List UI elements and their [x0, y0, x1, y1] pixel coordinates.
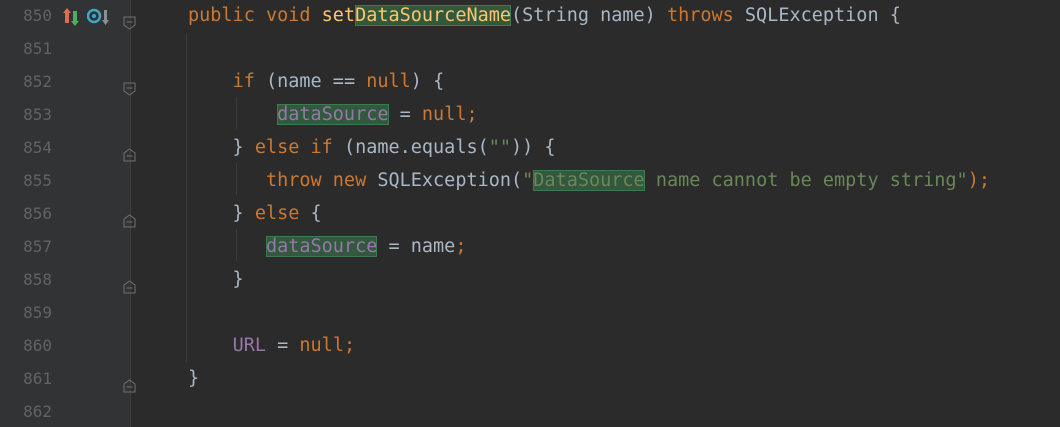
line-number: 862 — [23, 402, 52, 421]
code-token: throw new — [265, 170, 378, 191]
highlighted-token: dataSource — [265, 236, 378, 257]
line-number: 850 — [23, 6, 52, 25]
code-token: ; — [455, 236, 467, 257]
code-token: (String name) — [511, 5, 667, 26]
code-token: URL — [232, 335, 266, 356]
code-token: set — [321, 5, 356, 26]
code-line[interactable]: 858 } — [0, 263, 1060, 296]
line-number: 856 — [23, 204, 52, 223]
code-line[interactable]: 850 public void setDataSourceName(String … — [0, 0, 1060, 32]
code-token: if — [232, 71, 266, 92]
line-number: 851 — [23, 39, 52, 58]
line-number: 853 — [23, 105, 52, 124]
code-token: else — [254, 203, 311, 224]
code-editor[interactable]: 850 public void setDataSourceName(String … — [0, 0, 1060, 427]
fold-end-icon[interactable] — [123, 371, 136, 393]
code-text: dataSource = name; — [188, 230, 466, 263]
gutter-icons — [63, 5, 111, 26]
code-token: ) { — [410, 71, 445, 92]
code-line[interactable]: 862 — [0, 395, 1060, 427]
code-text: URL = null; — [188, 329, 356, 362]
code-line[interactable]: 852 if (name == null) { — [0, 65, 1060, 98]
code-line[interactable]: 861} — [0, 362, 1060, 395]
code-token: null; — [421, 104, 478, 125]
code-token: " — [522, 170, 534, 191]
code-line[interactable]: 859 — [0, 296, 1060, 329]
code-token: SQLException( — [377, 170, 523, 191]
fold-end-icon[interactable] — [123, 272, 136, 294]
line-number: 857 — [23, 237, 52, 256]
code-token: ); — [967, 170, 990, 191]
code-text: dataSource = null; — [188, 98, 478, 131]
code-token: null; — [299, 335, 356, 356]
code-token: } — [188, 269, 244, 290]
code-token: } — [188, 368, 200, 389]
line-number: 860 — [23, 336, 52, 355]
code-token: throws — [666, 5, 745, 26]
fold-collapse-icon[interactable] — [123, 74, 136, 96]
code-token: = — [388, 104, 422, 125]
code-text: throw new SQLException("DataSource name … — [188, 164, 990, 197]
highlighted-token: DataSource — [533, 170, 645, 191]
line-number: 852 — [23, 72, 52, 91]
code-line[interactable]: 860 URL = null; — [0, 329, 1060, 362]
code-token: else if — [254, 137, 344, 158]
code-token: null — [366, 71, 411, 92]
code-text: } — [188, 362, 199, 395]
code-token: } — [188, 137, 255, 158]
code-token: (name.equals( — [343, 137, 489, 158]
code-token: SQLException { — [744, 5, 901, 26]
line-number: 854 — [23, 138, 52, 157]
code-line[interactable]: 853 dataSource = null; — [0, 98, 1060, 131]
highlighted-token: DataSourceName — [355, 5, 512, 26]
code-token: public void — [188, 5, 322, 26]
code-token: = name — [377, 236, 456, 257]
code-token: )) { — [511, 137, 556, 158]
fold-collapse-icon[interactable] — [123, 8, 136, 30]
code-text: } else if (name.equals("")) { — [188, 131, 556, 164]
code-text: if (name == null) { — [188, 65, 445, 98]
code-line[interactable]: 856 } else { — [0, 197, 1060, 230]
line-number: 859 — [23, 303, 52, 322]
code-line[interactable]: 857 dataSource = name; — [0, 230, 1060, 263]
code-line[interactable]: 851 — [0, 32, 1060, 65]
code-token: name cannot be empty string" — [644, 170, 968, 191]
highlighted-token: dataSource — [277, 104, 389, 125]
line-number: 855 — [23, 171, 52, 190]
code-token: } — [188, 203, 255, 224]
line-number: 861 — [23, 369, 52, 388]
fold-end-icon[interactable] — [123, 140, 136, 162]
code-token: "" — [488, 137, 512, 158]
code-token: (name == — [265, 71, 367, 92]
fold-end-icon[interactable] — [123, 206, 136, 228]
code-line[interactable]: 854 } else if (name.equals("")) { — [0, 131, 1060, 164]
code-token: { — [310, 203, 322, 224]
code-token: = — [265, 335, 300, 356]
code-line[interactable]: 855 throw new SQLException("DataSource n… — [0, 164, 1060, 197]
code-text: } — [188, 263, 244, 296]
code-text: } else { — [188, 197, 322, 230]
code-text: public void setDataSourceName(String nam… — [188, 0, 901, 32]
line-number: 858 — [23, 270, 52, 289]
